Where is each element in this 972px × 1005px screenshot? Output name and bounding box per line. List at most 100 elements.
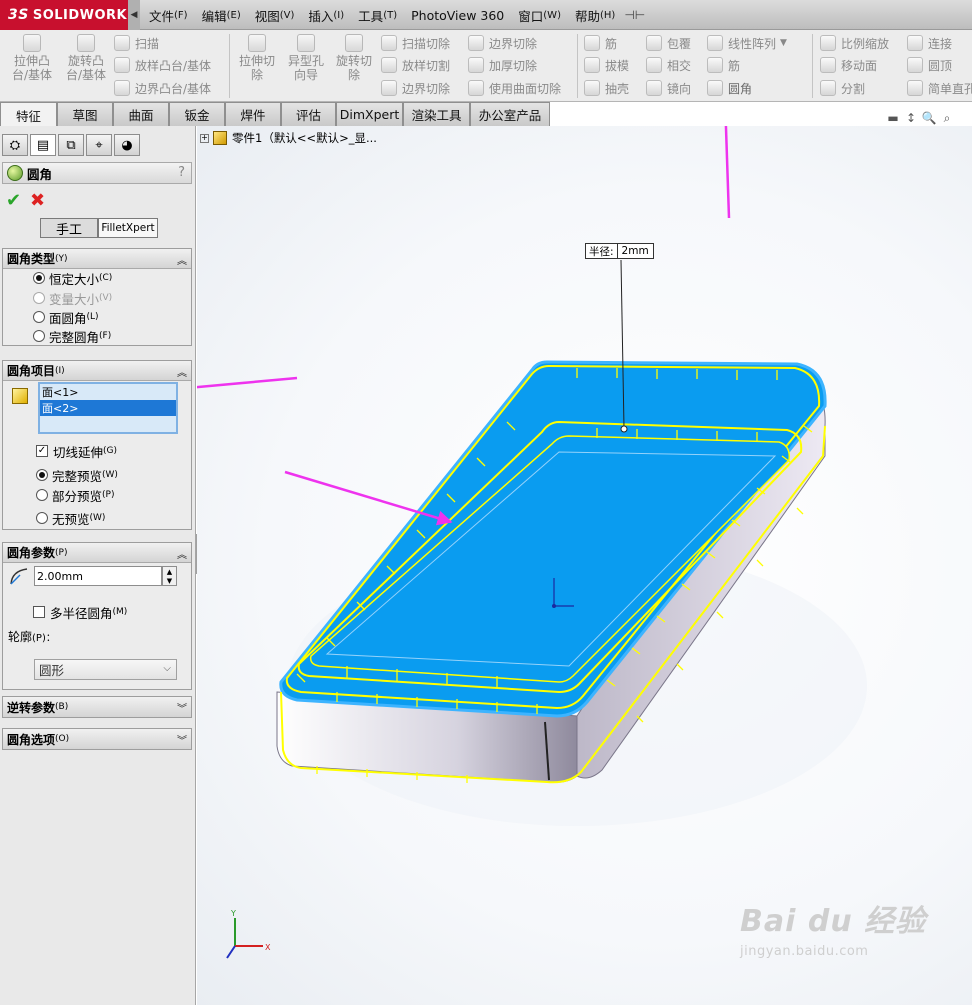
standard-views-icon[interactable]: ↕ (902, 110, 920, 126)
list-item[interactable]: 面<2> (40, 400, 176, 416)
radio-full-preview[interactable]: 完整预览 (W) (36, 466, 118, 484)
menu-file[interactable]: 文件 (F) (142, 0, 195, 30)
tab-sheet-metal[interactable]: 钣金 (169, 102, 225, 126)
radio-no-preview[interactable]: 无预览 (W) (36, 509, 105, 527)
boundary-cut-2-button[interactable]: 边界切除 (468, 32, 537, 54)
menu-view[interactable]: 视图 (V) (248, 0, 302, 30)
move-face-button[interactable]: 移动面 (820, 54, 877, 76)
radio-constant-size[interactable]: 恒定大小 (C) (33, 269, 112, 287)
radius-callout[interactable]: 半径: 2mm (585, 243, 654, 259)
draft-button[interactable]: 拔模 (584, 54, 629, 76)
boundary-cut-button[interactable]: 边界切除 (381, 77, 450, 99)
solidworks-logo[interactable]: 3S SOLIDWORKS (0, 0, 136, 30)
tab-office-products[interactable]: 办公室产品 (470, 102, 550, 126)
revolve-cut-button[interactable]: 旋转切 除 (331, 34, 377, 82)
multi-radius-checkbox[interactable]: 多半径圆角 (M) (33, 603, 127, 621)
menu-insert[interactable]: 插入 (I) (301, 0, 351, 30)
reverse-params-group[interactable]: 逆转参数 (B) ︾ (2, 696, 192, 718)
face-selection-list[interactable]: 面<1> 面<2> (38, 382, 178, 434)
menu-expand-icon[interactable]: ◀ (128, 0, 140, 30)
svg-text:X: X (265, 943, 271, 952)
extrude-cut-button[interactable]: 拉伸切 除 (234, 34, 280, 82)
surface-cut-button[interactable]: 使用曲面切除 (468, 77, 561, 99)
spin-down-icon[interactable]: ▼ (167, 577, 172, 585)
menu-photoview[interactable]: PhotoView 360 (404, 0, 511, 30)
join-button[interactable]: 连接 (907, 32, 952, 54)
menu-tools[interactable]: 工具 (T) (351, 0, 404, 30)
tab-evaluate[interactable]: 评估 (281, 102, 336, 126)
list-item[interactable]: 面<1> (40, 384, 176, 400)
fillet-type-header[interactable]: 圆角类型 (Y) ︽ (3, 249, 191, 269)
watermark-brand: Bai du 经验 (740, 904, 927, 939)
ok-check-icon[interactable]: ✔ (6, 190, 21, 211)
collapse-chevron-icon[interactable]: ︽ (177, 364, 187, 379)
loft-boss-button[interactable]: 放样凸台/基体 (114, 54, 211, 76)
menu-help[interactable]: 帮助 (H) (568, 0, 622, 30)
spin-up-icon[interactable]: ▲ (167, 568, 172, 576)
reverse-params-header[interactable]: 逆转参数 (B) ︾ (3, 697, 191, 717)
cancel-x-icon[interactable]: ✖ (30, 190, 45, 211)
mirror-button[interactable]: 镜向 (646, 77, 691, 99)
hole-wizard-button[interactable]: 异型孔 向导 (283, 34, 329, 82)
lofted-cut-button[interactable]: 放样切割 (381, 54, 450, 76)
split-button[interactable]: 分割 (820, 77, 865, 99)
profile-select[interactable]: 圆形 ⌵ (34, 659, 177, 680)
intersect-button[interactable]: 相交 (646, 54, 691, 76)
view-orientation-icon[interactable]: ▬ (884, 110, 902, 126)
tab-surfaces[interactable]: 曲面 (113, 102, 169, 126)
tab-dimxpert[interactable]: DimXpert (336, 102, 403, 126)
tab-sketch[interactable]: 草图 (57, 102, 113, 126)
radio-full-round[interactable]: 完整圆角 (F) (33, 327, 111, 345)
collapse-chevron-icon[interactable]: ︽ (177, 546, 187, 561)
sweep-button[interactable]: 扫描 (114, 32, 159, 54)
menu-window[interactable]: 窗口 (W) (511, 0, 568, 30)
configuration-tab-icon[interactable]: ⧉ (58, 134, 84, 156)
expand-chevron-icon[interactable]: ︾ (177, 700, 187, 715)
revolve-boss-button[interactable]: 旋转凸 台/基体 (60, 34, 112, 82)
tab-weldments[interactable]: 焊件 (225, 102, 281, 126)
manual-mode-button[interactable]: 手工 (40, 218, 98, 238)
dimxpert-tab-icon[interactable]: ⌖ (86, 134, 112, 156)
fillet-options-header[interactable]: 圆角选项 (O) ︾ (3, 729, 191, 749)
radius-spinner[interactable]: ▲ ▼ (162, 566, 177, 586)
help-icon[interactable]: ? (178, 165, 185, 180)
simple-hole-button[interactable]: 简单直孔 (907, 77, 972, 99)
radius-input[interactable]: 2.00mm (34, 566, 162, 586)
radio-button-icon (36, 512, 48, 524)
swept-cut-button[interactable]: 扫描切除 (381, 32, 450, 54)
pin-icon[interactable]: ⊣⊢ (624, 8, 645, 22)
fillet-params-header[interactable]: 圆角参数 (P) ︽ (3, 543, 191, 563)
tab-features[interactable]: 特征 (0, 102, 57, 127)
radio-partial-preview[interactable]: 部分预览 (P) (36, 486, 114, 504)
collapse-chevron-icon[interactable]: ︽ (177, 252, 187, 267)
scale-button[interactable]: 比例缩放 (820, 32, 889, 54)
dome-button[interactable]: 圆顶 (907, 54, 952, 76)
tab-render-tools[interactable]: 渲染工具 (403, 102, 470, 126)
boundary-boss-button[interactable]: 边界凸台/基体 (114, 77, 211, 99)
zoom-area-icon[interactable]: ⌕ (938, 110, 956, 126)
display-manager-tab-icon[interactable]: ◕ (114, 134, 140, 156)
thicken-cut-button[interactable]: 加厚切除 (468, 54, 537, 76)
callout-value[interactable]: 2mm (618, 244, 653, 258)
menu-edit[interactable]: 编辑 (E) (195, 0, 248, 30)
rib-2-button[interactable]: 筋 (707, 54, 740, 76)
rib-button[interactable]: 筋 (584, 32, 617, 54)
property-manager-panel: ⛭ ▤ ⧉ ⌖ ◕ 圆角 ? ✔ ✖ 手工 FilletXpert 圆角类型 (Y… (0, 126, 196, 1005)
fillet-items-header[interactable]: 圆角项目 (I) ︽ (3, 361, 191, 381)
filletxpert-mode-button[interactable]: FilletXpert (98, 218, 158, 238)
property-manager-tab-icon[interactable]: ▤ (30, 134, 56, 156)
zoom-to-fit-icon[interactable]: 🔍 (920, 110, 938, 126)
radio-face-fillet[interactable]: 面圆角 (L) (33, 308, 99, 326)
feature-tree-tab-icon[interactable]: ⛭ (2, 134, 28, 156)
tangent-propagation-checkbox[interactable]: ✓ 切线延伸 (G) (36, 442, 117, 460)
wrap-button[interactable]: 包覆 (646, 32, 691, 54)
radio-variable-size[interactable]: 变量大小 (V) (33, 289, 112, 307)
dropdown-arrow-icon[interactable]: ▼ (780, 38, 787, 48)
fillet-options-group[interactable]: 圆角选项 (O) ︾ (2, 728, 192, 750)
extrude-boss-icon (23, 34, 41, 52)
fillet-button[interactable]: 圆角 (707, 77, 752, 99)
linear-pattern-button[interactable]: 线性阵列 ▼ (707, 32, 787, 54)
expand-chevron-icon[interactable]: ︾ (177, 732, 187, 747)
shell-button[interactable]: 抽壳 (584, 77, 629, 99)
extrude-boss-button[interactable]: 拉伸凸 台/基体 (8, 34, 56, 82)
